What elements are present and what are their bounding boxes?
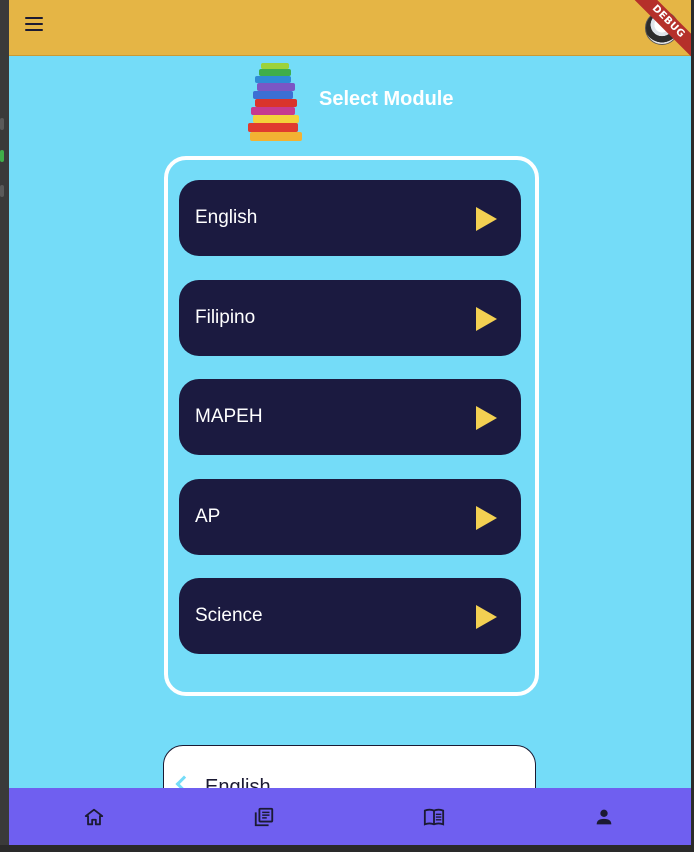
- library-icon[interactable]: [249, 802, 279, 832]
- module-button-filipino[interactable]: Filipino: [179, 280, 521, 356]
- page-title: Select Module: [319, 88, 454, 110]
- app-bar: DEBUG: [9, 0, 691, 60]
- play-icon: [476, 307, 497, 331]
- module-label: MAPEH: [195, 406, 263, 427]
- module-button-ap[interactable]: AP: [179, 479, 521, 555]
- play-icon: [476, 406, 497, 430]
- bottom-navigation: [9, 788, 691, 845]
- module-label: AP: [195, 506, 221, 527]
- module-button-english[interactable]: English: [179, 180, 521, 256]
- edge-marker: [0, 118, 4, 130]
- module-list: English Filipino MAPEH AP Science: [164, 156, 539, 696]
- play-icon: [476, 605, 497, 629]
- window-edge-bottom: [0, 845, 694, 852]
- menu-icon[interactable]: [25, 17, 43, 31]
- edge-marker: [0, 185, 4, 197]
- module-label: English: [195, 207, 258, 228]
- play-icon: [476, 207, 497, 231]
- play-icon: [476, 506, 497, 530]
- app-frame: DEBUG Select Module English Filipino MAP…: [9, 0, 691, 845]
- module-label: Science: [195, 605, 263, 626]
- books-stack-icon: [248, 63, 302, 141]
- person-icon[interactable]: [589, 802, 619, 832]
- window-edge: [0, 0, 9, 852]
- edge-marker: [0, 150, 4, 162]
- home-icon[interactable]: [79, 802, 109, 832]
- menu-book-icon[interactable]: [419, 802, 449, 832]
- module-button-science[interactable]: Science: [179, 578, 521, 654]
- module-label: Filipino: [195, 307, 256, 328]
- module-button-mapeh[interactable]: MAPEH: [179, 379, 521, 455]
